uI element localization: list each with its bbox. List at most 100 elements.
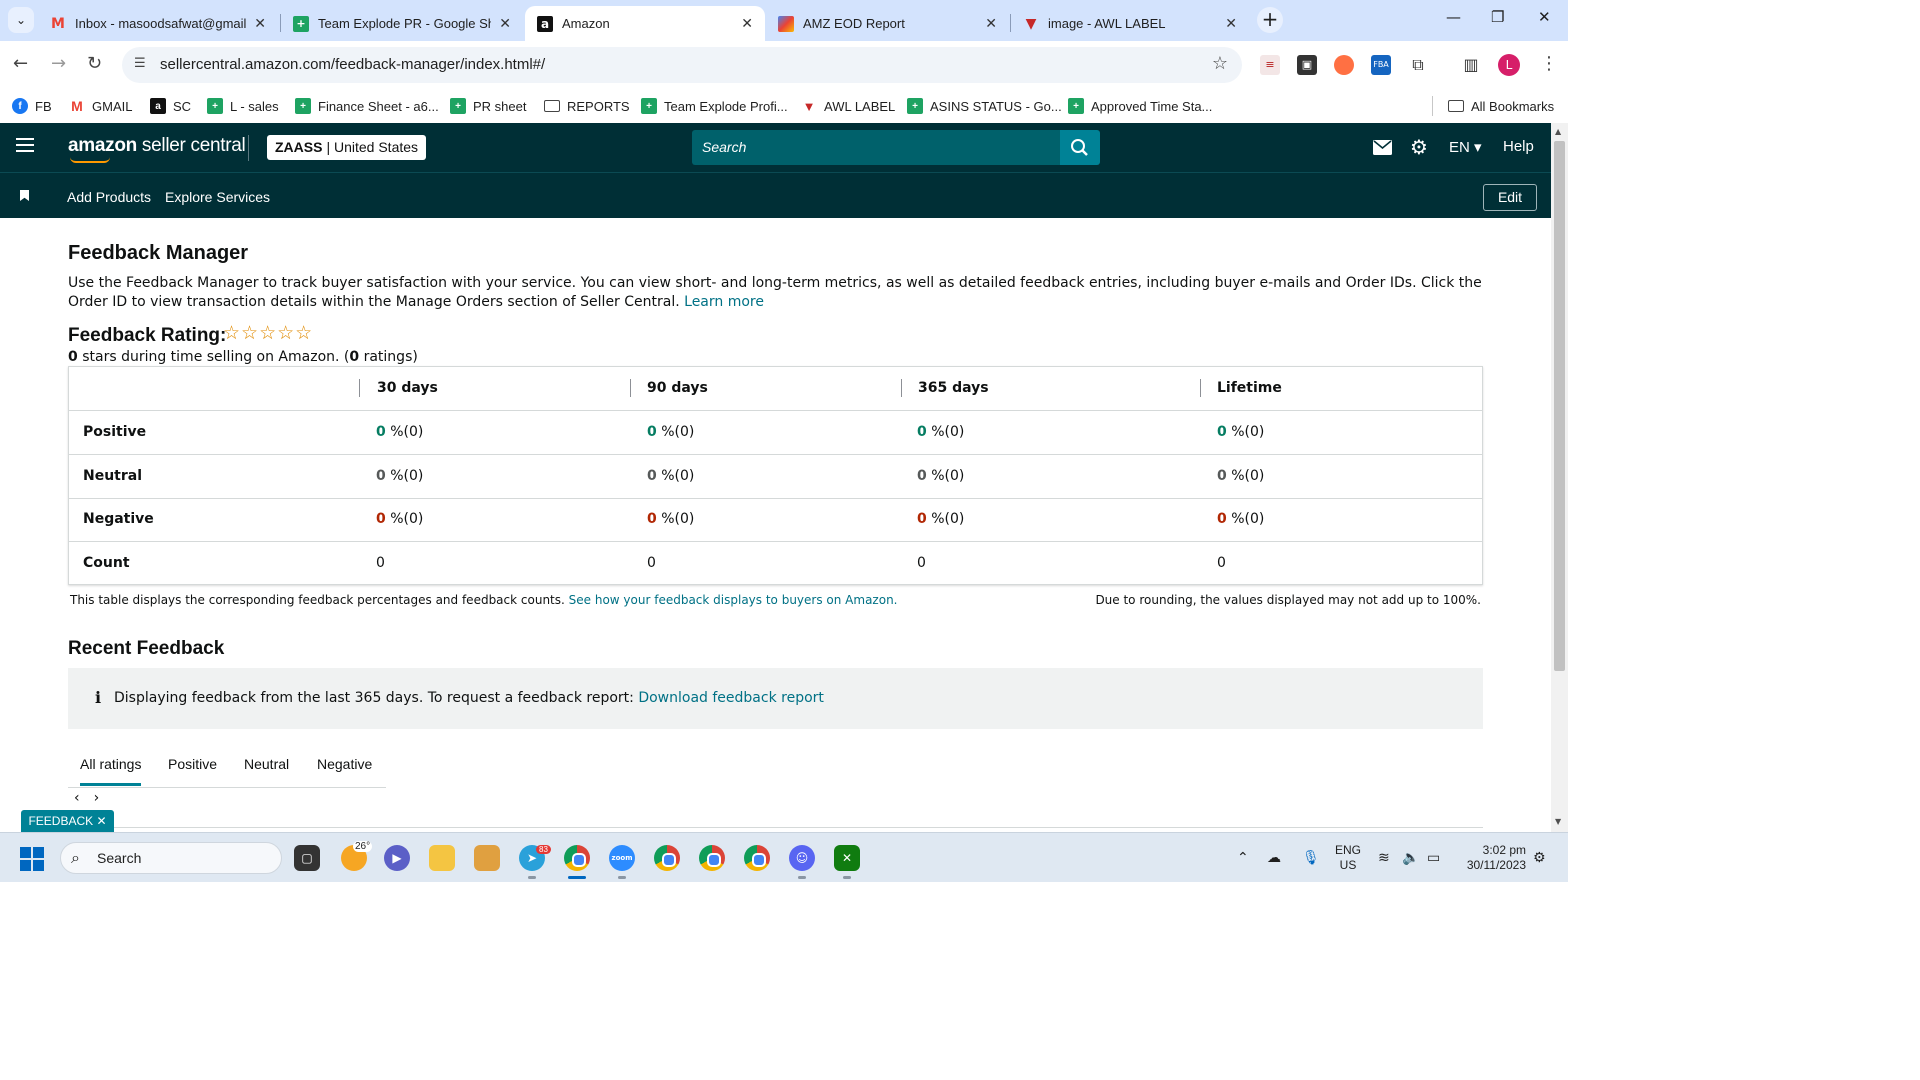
minimize-icon[interactable]: — — [1446, 8, 1461, 26]
bookmark-pr-sheet[interactable]: + PR sheet — [450, 95, 526, 117]
help-link[interactable]: Help — [1503, 138, 1534, 155]
new-tab-button[interactable]: + — [1257, 7, 1283, 33]
hamburger-menu-icon[interactable] — [16, 138, 34, 156]
bookmark-gmail[interactable]: M GMAIL — [69, 95, 132, 117]
wifi-icon[interactable]: ≋ — [1378, 850, 1390, 866]
feedback-display-link[interactable]: See how your feedback displays to buyers… — [569, 593, 898, 607]
side-panel-icon[interactable]: ▥ — [1461, 55, 1481, 75]
bookmark-star-icon[interactable]: ☆ — [1212, 53, 1228, 74]
fba-extension-icon[interactable]: FBA — [1371, 55, 1391, 75]
sheets-icon: + — [641, 98, 657, 114]
bookmark-icon[interactable] — [20, 190, 29, 201]
bookmark-asins-status[interactable]: + ASINS STATUS - Go... — [907, 95, 1062, 117]
profile-avatar[interactable]: L — [1498, 54, 1520, 76]
rating-filter-tabs: All ratings Positive Neutral Negative — [68, 740, 386, 788]
zoom-icon[interactable]: zoom — [609, 845, 635, 871]
tab-neutral[interactable]: Neutral — [244, 756, 289, 772]
discord-icon[interactable]: ☺ — [789, 845, 815, 871]
language-selector[interactable]: EN ▾ — [1449, 138, 1482, 156]
close-tab-icon[interactable]: ✕ — [499, 16, 511, 32]
search-button[interactable] — [1060, 130, 1100, 165]
all-bookmarks[interactable]: All Bookmarks — [1448, 95, 1554, 117]
extension-icon[interactable] — [1334, 55, 1354, 75]
battery-icon[interactable]: ▭ — [1427, 850, 1440, 866]
volume-icon[interactable]: 🔈 — [1402, 850, 1419, 866]
teams-meet-icon[interactable]: ▶ — [384, 845, 410, 871]
app-icon[interactable] — [474, 845, 500, 871]
seller-central-logo[interactable]: amazon seller central — [68, 135, 246, 163]
back-icon[interactable]: ← — [13, 53, 28, 74]
table-cell: 0 — [1217, 555, 1226, 571]
extensions-puzzle-icon[interactable]: ⧉ — [1408, 55, 1428, 75]
search-input[interactable]: Search — [692, 130, 1060, 165]
address-bar[interactable]: ☰ sellercentral.amazon.com/feedback-mana… — [122, 47, 1242, 83]
close-tab-icon[interactable]: ✕ — [985, 16, 997, 32]
extension-icon[interactable]: ▣ — [1297, 55, 1317, 75]
bookmark-finance-sheet[interactable]: + Finance Sheet - a6... — [295, 95, 439, 117]
bookmark-approved-time[interactable]: + Approved Time Sta... — [1068, 95, 1212, 117]
close-window-icon[interactable]: ✕ — [1538, 8, 1551, 26]
restore-icon[interactable]: ❐ — [1491, 8, 1504, 26]
xbox-icon[interactable]: ✕ — [834, 845, 860, 871]
clock[interactable]: 3:02 pm 30/11/2023 — [1452, 843, 1526, 873]
chrome-profile-icon[interactable] — [654, 845, 680, 871]
file-explorer-icon[interactable] — [429, 845, 455, 871]
tab-gmail[interactable]: M Inbox - masoodsafwat@gmail. ✕ — [38, 6, 278, 41]
task-view-icon[interactable]: ▢ — [294, 845, 320, 871]
scroll-up-icon[interactable]: ▲ — [1555, 127, 1561, 136]
tab-search-button[interactable]: ⌄ — [8, 7, 34, 33]
bookmark-l-sales[interactable]: + L - sales — [207, 95, 279, 117]
page-scrollbar[interactable]: ▲ ▼ — [1551, 123, 1568, 832]
seller-central-header: amazon seller central ZAASS | United Stat… — [0, 123, 1551, 172]
settings-gear-icon[interactable]: ⚙ — [1410, 135, 1428, 159]
learn-more-link[interactable]: Learn more — [684, 294, 764, 310]
chevron-right-icon[interactable]: › — [94, 790, 114, 806]
reload-icon[interactable]: ↻ — [87, 53, 102, 74]
page-description: Use the Feedback Manager to track buyer … — [68, 275, 1482, 310]
tab-negative[interactable]: Negative — [317, 756, 372, 772]
edit-button[interactable]: Edit — [1483, 184, 1537, 211]
input-language[interactable]: ENG US — [1332, 843, 1364, 873]
tray-overflow-icon[interactable]: ⌃ — [1237, 850, 1249, 866]
column-header: Lifetime — [1217, 380, 1282, 396]
mail-icon[interactable] — [1373, 140, 1392, 155]
close-tab-icon[interactable]: ✕ — [1225, 16, 1237, 32]
onedrive-icon[interactable]: ☁ — [1267, 850, 1281, 866]
bookmark-reports[interactable]: REPORTS — [544, 95, 630, 117]
scrollbar-thumb[interactable] — [1554, 141, 1565, 671]
tab-amazon[interactable]: a Amazon ✕ — [525, 6, 765, 41]
tab-all-ratings[interactable]: All ratings — [80, 756, 142, 786]
close-tab-icon[interactable]: ✕ — [741, 16, 753, 32]
notifications-icon[interactable]: ⚙ — [1533, 850, 1546, 866]
tab-amz-eod-report[interactable]: AMZ EOD Report ✕ — [766, 6, 1009, 41]
chrome-icon[interactable] — [564, 845, 590, 871]
bookmarks-bar: f FB M GMAIL a SC + L - sales + Finance Sheet… — [0, 89, 1568, 123]
feedback-button[interactable]: FEEDBACK ✕ — [21, 810, 114, 832]
chevron-left-icon[interactable]: ‹ — [74, 790, 94, 806]
scroll-down-icon[interactable]: ▼ — [1555, 817, 1561, 826]
bookmark-team-explode-profit[interactable]: + Team Explode Profi... — [641, 95, 788, 117]
chrome-menu-icon[interactable]: ⋮ — [1540, 53, 1558, 74]
bookmark-awl-label[interactable]: ▼ AWL LABEL — [801, 95, 896, 117]
chrome-profile-icon[interactable] — [699, 845, 725, 871]
table-cell: 0 %(0) — [376, 511, 424, 527]
taskbar-search[interactable]: ⌕ Search — [60, 842, 282, 874]
search-bar: Search — [692, 130, 1100, 165]
windows-start-icon[interactable] — [20, 847, 44, 871]
microphone-icon[interactable]: 🎙 — [1302, 850, 1320, 866]
tab-awl-label[interactable]: ▼ image - AWL LABEL ✕ — [1011, 6, 1249, 41]
tab-team-explode-pr[interactable]: + Team Explode PR - Google She ✕ — [281, 6, 523, 41]
forward-icon[interactable]: → — [51, 53, 66, 74]
bookmark-fb[interactable]: f FB — [12, 95, 52, 117]
column-header: 90 days — [647, 380, 708, 396]
account-switcher[interactable]: ZAASS | United States — [267, 135, 427, 160]
extension-icon[interactable]: ≡ — [1260, 55, 1280, 75]
add-products-link[interactable]: Add Products — [67, 189, 151, 205]
close-tab-icon[interactable]: ✕ — [254, 16, 266, 32]
explore-services-link[interactable]: Explore Services — [165, 189, 270, 205]
chrome-profile-icon[interactable] — [744, 845, 770, 871]
tab-positive[interactable]: Positive — [168, 756, 217, 772]
download-feedback-report-link[interactable]: Download feedback report — [638, 690, 824, 706]
site-info-icon[interactable]: ☰ — [134, 56, 146, 71]
bookmark-sc[interactable]: a SC — [150, 95, 191, 117]
